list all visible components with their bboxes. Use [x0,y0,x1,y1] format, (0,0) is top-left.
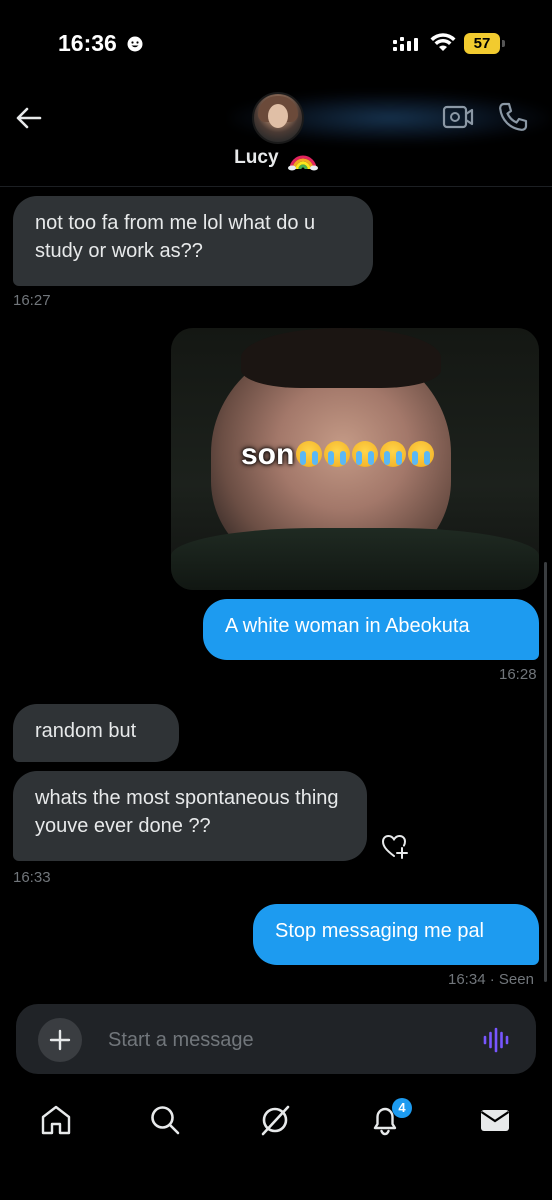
cellular-signal-icon [393,37,418,51]
video-camera-icon[interactable] [442,102,474,132]
scrollbar[interactable] [544,562,547,982]
status-time: 16:36 [58,30,117,56]
message-input[interactable] [106,1024,450,1056]
message-bubble-incoming[interactable]: not too fa from me lol what do u study o… [13,196,373,286]
messages-envelope-icon[interactable] [477,1102,513,1138]
smiley-icon [127,36,143,52]
plus-icon [49,1029,71,1051]
arrow-left-icon[interactable] [14,103,44,133]
rainbow-icon [287,155,318,171]
heart-plus-icon[interactable] [380,832,410,860]
message-bubble-outgoing[interactable]: Stop messaging me pal [253,904,539,965]
message-bubble-outgoing[interactable]: A white woman in Abeokuta [203,599,539,660]
image-caption: son [241,438,435,472]
bottom-navigation [0,1080,552,1200]
wifi-icon [430,33,456,51]
battery-indicator: 57 [464,33,500,54]
notifications-badge: 4 [392,1098,412,1118]
search-icon[interactable] [147,1102,183,1138]
crying-emoji-icon [352,441,379,467]
home-icon[interactable] [38,1102,74,1138]
message-seen-status: · Seen [489,971,534,988]
status-bar: 16:36 57 [0,0,552,88]
message-time: 16:34 [448,971,486,988]
crying-emoji-icon [408,441,435,467]
message-bubble-incoming[interactable]: whats the most spontaneous thing youve e… [13,771,367,861]
message-composer [16,1004,536,1074]
avatar-face [268,104,288,128]
chat-header: Lucy [0,88,552,187]
message-text: A white woman in Abeokuta [225,615,470,637]
avatar[interactable] [252,92,304,144]
battery-cap [502,40,505,47]
message-text: not too fa from me lol what do u study o… [35,212,316,262]
message-bubble-incoming[interactable]: random but [13,704,179,762]
crying-emoji-icon [296,441,323,467]
message-text: Stop messaging me pal [275,920,485,942]
contact-name: Lucy [234,147,279,169]
image-shirt [171,528,539,590]
message-timestamp: 16:27 [13,292,51,309]
grok-icon[interactable] [257,1102,293,1138]
contact-name-row[interactable]: Lucy [0,145,552,171]
add-media-button[interactable] [38,1018,82,1062]
image-hair [241,328,441,388]
phone-icon[interactable] [497,101,529,133]
crying-emoji-icon [324,441,351,467]
message-text: random but [35,720,137,742]
message-timestamp: 16:28 [499,666,537,683]
image-caption-text: son [241,438,295,471]
voice-message-icon[interactable] [482,1026,510,1054]
message-timestamp: 16:33 [13,869,51,886]
crying-emoji-icon [380,441,407,467]
message-text: whats the most spontaneous thing youve e… [35,787,339,837]
message-timestamp: 16:34 · Seen [448,971,534,988]
message-image[interactable]: son [171,328,539,590]
